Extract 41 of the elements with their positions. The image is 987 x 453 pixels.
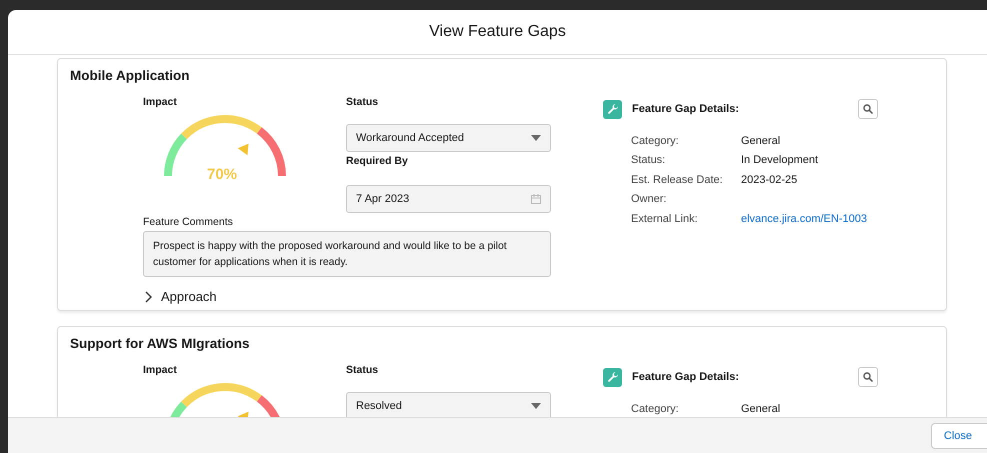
close-button[interactable]: Close xyxy=(930,422,987,448)
approach-toggle[interactable]: Approach xyxy=(145,289,217,304)
status-label: Status xyxy=(346,364,380,376)
comments-field[interactable]: Prospect is happy with the proposed workaround and would like to be a pilot customer for applications when it is ready. xyxy=(143,231,551,277)
detail-label: External Link: xyxy=(631,212,699,225)
comments-label: Feature Comments xyxy=(143,216,234,228)
detail-value: In Development xyxy=(741,154,820,166)
card-title: Support for AWS MIgrations xyxy=(70,336,250,351)
details-title: Feature Gap Details: xyxy=(632,371,740,383)
detail-label: Category: xyxy=(631,134,680,147)
detail-label: Owner: xyxy=(631,193,668,206)
gauge-pointer-icon xyxy=(238,412,248,417)
wrench-icon xyxy=(603,368,622,386)
search-icon xyxy=(863,372,873,382)
impact-label: Impact xyxy=(143,364,178,376)
chevron-icon xyxy=(145,290,153,302)
window-title: View Feature Gaps xyxy=(429,23,566,41)
detail-value: General xyxy=(741,402,782,415)
search-button[interactable] xyxy=(858,99,878,119)
search-icon xyxy=(863,104,873,114)
impact-label: Impact xyxy=(143,96,178,108)
required-by-label: Required By xyxy=(346,155,409,167)
impact-percentage: 70% xyxy=(207,166,238,183)
wrench-icon xyxy=(603,100,622,118)
detail-value: 2023-02-25 xyxy=(741,174,798,186)
external-link[interactable]: elvance.jira.com/EN-1003 xyxy=(741,212,878,225)
detail-value: General xyxy=(741,134,782,147)
search-button[interactable] xyxy=(858,367,878,387)
calendar-icon xyxy=(531,194,541,204)
caret-icon xyxy=(531,135,541,141)
date-field[interactable]: 7 Apr 2023 xyxy=(346,185,551,213)
status-dropdown[interactable]: Resolved xyxy=(346,392,551,417)
details-title: Feature Gap Details: xyxy=(632,103,740,115)
detail-label: Status: xyxy=(631,154,666,166)
status-label: Status xyxy=(346,96,380,108)
gauge-pointer-icon xyxy=(238,144,248,156)
detail-label: Category: xyxy=(631,402,680,415)
detail-label: Est. Release Date: xyxy=(631,174,724,186)
card-title: Mobile Application xyxy=(70,68,190,83)
status-dropdown[interactable]: Workaround Accepted xyxy=(346,124,551,152)
caret-icon xyxy=(531,403,541,409)
